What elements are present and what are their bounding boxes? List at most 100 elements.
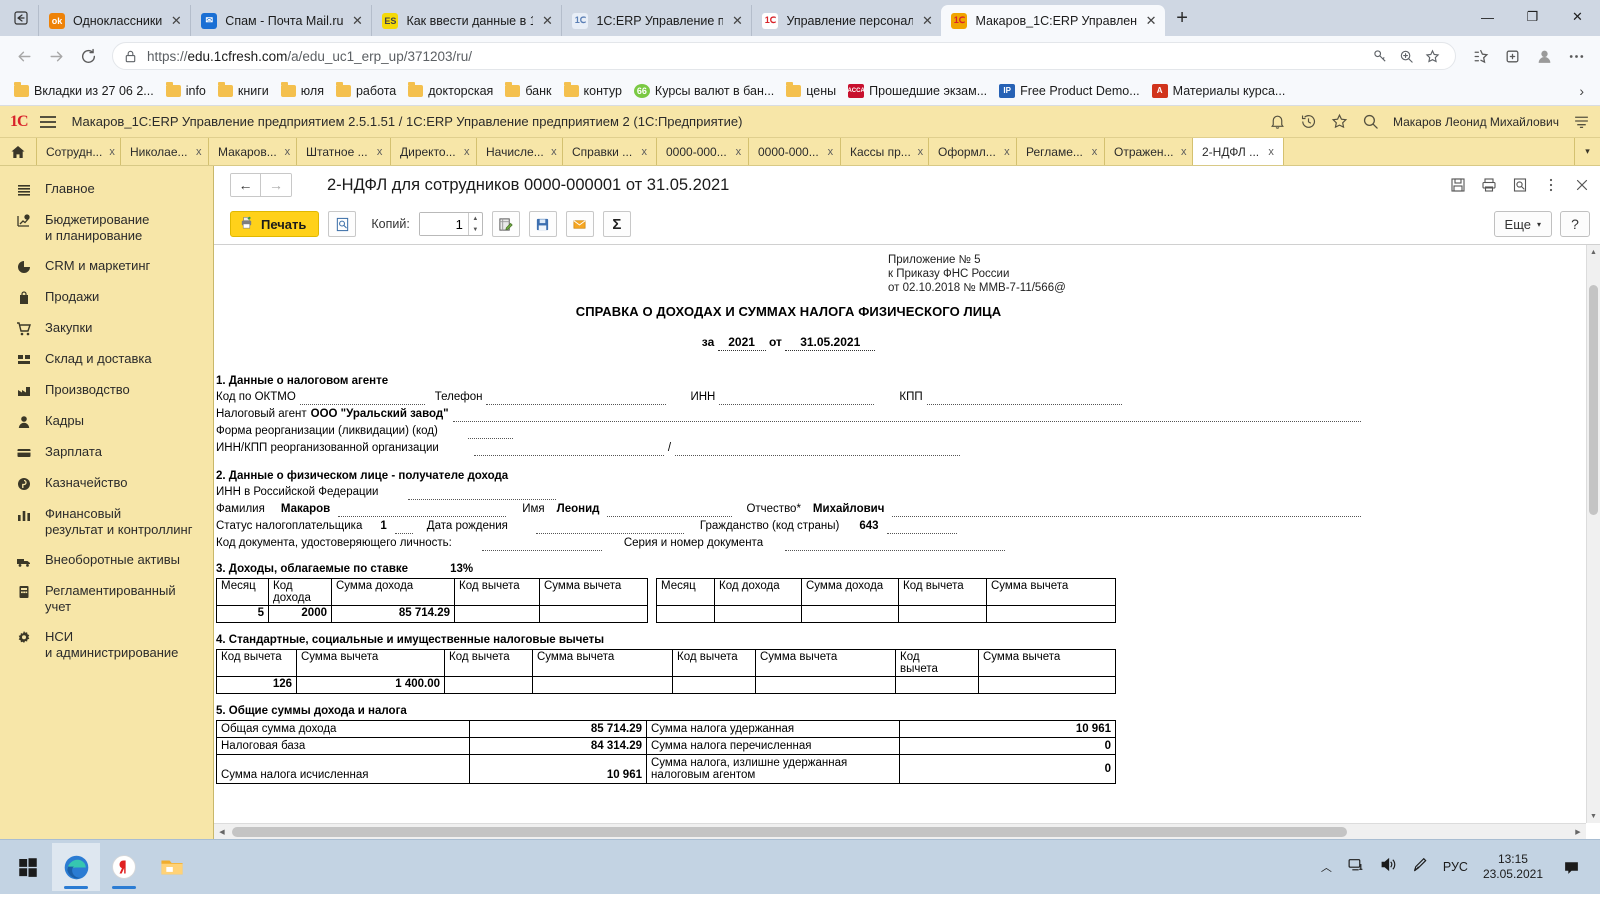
browser-tab-3[interactable]: 1Ⅽ 1C:ERP Управление предпр ✕ xyxy=(561,5,751,36)
taskbar-explorer-button[interactable] xyxy=(148,843,196,891)
bookmark-item[interactable]: контур xyxy=(558,81,628,100)
bookmark-item[interactable]: A Материалы курса... xyxy=(1146,82,1292,100)
add-favorite-icon[interactable] xyxy=(1419,44,1445,68)
app-tab-3[interactable]: Штатное ... x xyxy=(296,138,390,165)
app-tab-2[interactable]: Макаров... x xyxy=(208,138,296,165)
app-tab-1[interactable]: Николае... x xyxy=(120,138,208,165)
vertical-scrollbar[interactable]: ▲ ▼ xyxy=(1586,245,1600,823)
tray-overflow-icon[interactable]: ︿ xyxy=(1321,859,1332,875)
bookmark-item[interactable]: IP Free Product Demo... xyxy=(993,82,1146,100)
app-tab-close-icon[interactable]: x xyxy=(1089,146,1100,158)
send-mail-button[interactable] xyxy=(565,211,594,237)
app-tab-4[interactable]: Директо... x xyxy=(390,138,476,165)
zoom-icon[interactable] xyxy=(1393,44,1419,68)
vertical-scroll-thumb[interactable] xyxy=(1589,285,1598,515)
sidebar-item-main[interactable]: Главное xyxy=(0,174,213,205)
app-tab-5[interactable]: Начисле... x xyxy=(476,138,562,165)
close-icon[interactable] xyxy=(1574,177,1590,193)
scroll-down-icon[interactable]: ▼ xyxy=(1587,809,1600,823)
volume-icon[interactable] xyxy=(1379,856,1396,878)
table-row[interactable]: 126 1 400.00 xyxy=(216,676,1116,694)
browser-menu-icon[interactable] xyxy=(1560,40,1592,72)
new-tab-button[interactable]: + xyxy=(1165,3,1199,33)
start-button[interactable] xyxy=(4,843,52,891)
main-menu-icon[interactable] xyxy=(39,115,56,128)
bookmark-item[interactable]: ACCA Прошедшие экзам... xyxy=(842,82,993,100)
sidebar-item-purchases[interactable]: Закупки xyxy=(0,313,213,344)
app-tab-close-icon[interactable]: x xyxy=(825,146,836,158)
table-row[interactable]: Сумма налога исчисленная 10 961 Сумма на… xyxy=(216,754,1116,784)
sidebar-item-hr[interactable]: Кадры xyxy=(0,406,213,437)
app-tab-close-icon[interactable]: x xyxy=(917,146,924,158)
table-row[interactable]: 5 2000 85 714.29 xyxy=(216,605,1116,623)
horizontal-scrollbar[interactable]: ◀ ▶ xyxy=(214,823,1586,839)
app-tab-12[interactable]: Отражен... x xyxy=(1104,138,1192,165)
window-close-button[interactable]: ✕ xyxy=(1555,0,1600,34)
search-icon[interactable] xyxy=(1362,113,1379,130)
more-button[interactable]: Еще ▾ xyxy=(1493,211,1552,237)
app-tab-close-icon[interactable]: x xyxy=(550,146,558,158)
bookmark-item[interactable]: цены xyxy=(780,81,842,100)
doc-back-button[interactable]: ← xyxy=(231,174,261,196)
kebab-icon[interactable] xyxy=(1543,177,1559,193)
browser-tab-5-active[interactable]: 1Ⅽ Макаров_1C:ERP Управлен ✕ xyxy=(941,5,1166,36)
scroll-right-icon[interactable]: ▶ xyxy=(1570,828,1586,836)
app-tab-close-icon[interactable]: x xyxy=(638,146,650,158)
edit-sheet-button[interactable] xyxy=(491,211,520,237)
bookmark-item[interactable]: info xyxy=(160,81,212,100)
tab-close-icon[interactable]: ✕ xyxy=(729,14,745,27)
preview-icon[interactable] xyxy=(1512,177,1528,193)
bell-icon[interactable] xyxy=(1269,113,1286,130)
app-tab-11[interactable]: Регламе... x xyxy=(1016,138,1104,165)
horizontal-scroll-track[interactable] xyxy=(230,824,1570,840)
help-button[interactable]: ? xyxy=(1560,211,1590,237)
app-tab-close-icon[interactable]: x xyxy=(1265,146,1277,158)
stepper-down-icon[interactable]: ▼ xyxy=(469,224,482,235)
pen-icon[interactable] xyxy=(1411,856,1428,878)
scroll-left-icon[interactable]: ◀ xyxy=(214,828,230,836)
app-tab-7[interactable]: 0000-000... x xyxy=(656,138,748,165)
app-tab-close-icon[interactable]: x xyxy=(1002,146,1012,158)
collections-icon[interactable] xyxy=(1496,40,1528,72)
sidebar-item-nsi-administration[interactable]: НСИ и администрирование xyxy=(0,622,213,668)
browser-tab-4[interactable]: 1Ⅽ Управление персоналом и ✕ xyxy=(751,5,941,36)
tab-close-icon[interactable]: ✕ xyxy=(919,14,935,27)
address-bar[interactable]: https://edu.1cfresh.com/a/edu_uc1_erp_up… xyxy=(112,42,1456,70)
sidebar-item-crm[interactable]: CRM и маркетинг xyxy=(0,251,213,282)
app-tab-close-icon[interactable]: x xyxy=(374,146,386,158)
tab-search-icon[interactable] xyxy=(4,3,38,33)
forward-icon[interactable] xyxy=(40,40,72,72)
bookmark-item[interactable]: 66 Курсы валют в бан... xyxy=(628,82,780,100)
scroll-up-icon[interactable]: ▲ xyxy=(1587,245,1600,259)
bookmark-item[interactable]: юля xyxy=(275,81,330,100)
sidebar-item-treasury[interactable]: Казначейство xyxy=(0,468,213,499)
app-tab-close-icon[interactable]: x xyxy=(283,146,292,158)
history-icon[interactable] xyxy=(1300,113,1317,130)
notification-icon[interactable] xyxy=(1558,859,1584,876)
window-maximize-button[interactable]: ❐ xyxy=(1510,0,1555,34)
app-tab-close-icon[interactable]: x xyxy=(194,146,204,158)
app-tab-close-icon[interactable]: x xyxy=(462,146,472,158)
preview-button[interactable] xyxy=(328,211,357,237)
password-key-icon[interactable] xyxy=(1367,44,1393,68)
back-icon[interactable] xyxy=(8,40,40,72)
sidebar-item-financial-result[interactable]: Финансовый результат и контроллинг xyxy=(0,499,213,545)
save-icon[interactable] xyxy=(1450,177,1466,193)
app-tab-close-icon[interactable]: x xyxy=(733,146,744,158)
home-icon[interactable] xyxy=(0,138,36,165)
print-button[interactable]: Печать xyxy=(230,211,320,237)
favorites-icon[interactable] xyxy=(1464,40,1496,72)
browser-tab-1[interactable]: ✉ Спам - Почта Mail.ru ✕ xyxy=(190,5,371,36)
current-user[interactable]: Макаров Леонид Михайлович xyxy=(1393,115,1559,129)
app-tab-8[interactable]: 0000-000... x xyxy=(748,138,840,165)
sidebar-item-production[interactable]: Производство xyxy=(0,375,213,406)
sum-button[interactable]: Σ xyxy=(602,211,631,237)
sidebar-item-payroll[interactable]: Зарплата xyxy=(0,437,213,468)
app-menu-icon[interactable] xyxy=(1573,113,1590,130)
sidebar-item-sales[interactable]: Продажи xyxy=(0,282,213,313)
print-icon[interactable] xyxy=(1481,177,1497,193)
star-icon[interactable] xyxy=(1331,113,1348,130)
bookmark-item[interactable]: работа xyxy=(330,81,402,100)
copies-input[interactable] xyxy=(419,213,468,235)
stepper-arrows[interactable]: ▲ ▼ xyxy=(467,213,482,235)
